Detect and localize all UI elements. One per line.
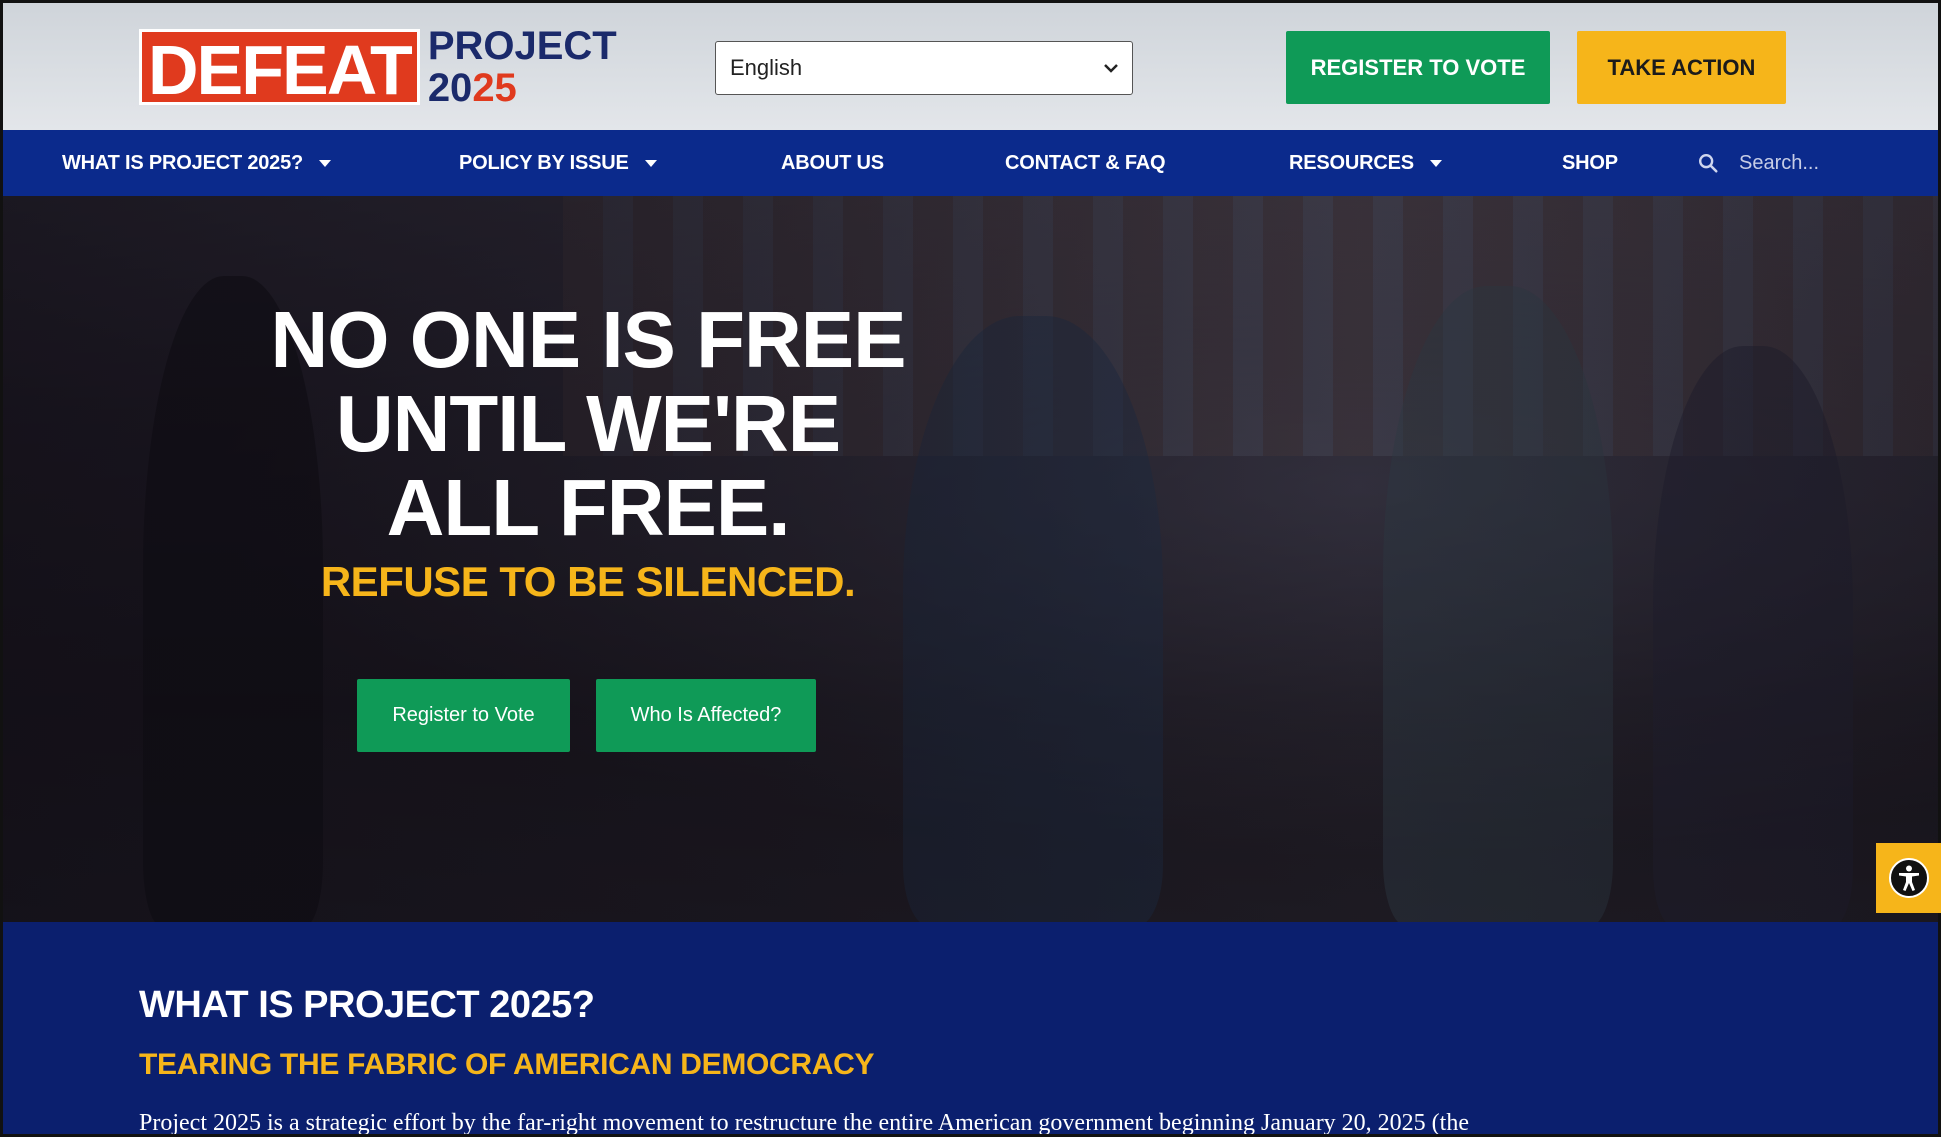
site-logo[interactable]: DEFEAT PROJECT 2025: [139, 26, 617, 108]
hero-headline-line: NO ONE IS FREE: [270, 295, 907, 384]
about-subtitle: TEARING THE FABRIC OF AMERICAN DEMOCRACY: [139, 1048, 875, 1081]
nav-item-label: ABOUT US: [781, 151, 884, 174]
nav-item-shop[interactable]: SHOP: [1562, 130, 1618, 196]
hero-register-to-vote-button[interactable]: Register to Vote: [357, 679, 570, 752]
about-title: WHAT IS PROJECT 2025?: [139, 984, 595, 1026]
hero-headline-line: ALL FREE.: [386, 463, 791, 552]
nav-item-label: RESOURCES: [1289, 151, 1414, 174]
who-is-affected-button[interactable]: Who Is Affected?: [596, 679, 816, 752]
main-nav: WHAT IS PROJECT 2025? POLICY BY ISSUE AB…: [0, 130, 1941, 196]
chevron-down-icon: [319, 159, 332, 167]
register-to-vote-button[interactable]: REGISTER TO VOTE: [1286, 31, 1550, 104]
logo-wordmark: PROJECT 2025: [428, 26, 617, 108]
nav-item-what-is-project-2025[interactable]: WHAT IS PROJECT 2025?: [62, 130, 332, 196]
nav-item-label: POLICY BY ISSUE: [459, 151, 629, 174]
logo-year-part-1: 20: [427, 66, 473, 110]
search-icon: [1699, 154, 1718, 173]
hero-banner: NO ONE IS FREE UNTIL WE'RE ALL FREE. REF…: [0, 196, 1941, 922]
nav-item-policy-by-issue[interactable]: POLICY BY ISSUE: [459, 130, 657, 196]
search-input[interactable]: Search...: [1697, 130, 1819, 196]
nav-item-resources[interactable]: RESOURCES: [1289, 130, 1442, 196]
take-action-button[interactable]: TAKE ACTION: [1577, 31, 1786, 104]
chevron-down-icon: [644, 159, 657, 167]
about-section: WHAT IS PROJECT 2025? TEARING THE FABRIC…: [0, 922, 1941, 1137]
chevron-down-icon: [1429, 159, 1442, 167]
search-placeholder: Search...: [1739, 151, 1820, 174]
logo-defeat-text: DEFEAT: [139, 29, 420, 108]
site-header: DEFEAT PROJECT 2025 English REGISTER TO …: [0, 0, 1941, 130]
language-select[interactable]: English: [715, 41, 1133, 95]
hero-subheadline: REFUSE TO BE SILENCED.: [320, 558, 856, 605]
language-select-value: English: [730, 55, 803, 80]
about-body-text: Project 2025 is a strategic effort by th…: [139, 1110, 1469, 1136]
chevron-down-icon: [1104, 64, 1118, 73]
hero-headline-line: UNTIL WE'RE: [335, 379, 841, 468]
logo-project-text: PROJECT: [427, 24, 617, 68]
logo-year: 2025: [428, 68, 617, 108]
accessibility-button[interactable]: [1876, 843, 1941, 913]
hero-headline: NO ONE IS FREE UNTIL WE'RE ALL FREE.: [203, 298, 973, 550]
nav-item-about-us[interactable]: ABOUT US: [781, 130, 884, 196]
nav-item-label: SHOP: [1562, 151, 1618, 174]
nav-item-contact-faq[interactable]: CONTACT & FAQ: [1005, 130, 1166, 196]
accessibility-icon: [1888, 858, 1929, 898]
nav-item-label: WHAT IS PROJECT 2025?: [62, 151, 304, 174]
logo-year-part-2: 25: [472, 66, 517, 110]
nav-item-label: CONTACT & FAQ: [1005, 151, 1166, 174]
